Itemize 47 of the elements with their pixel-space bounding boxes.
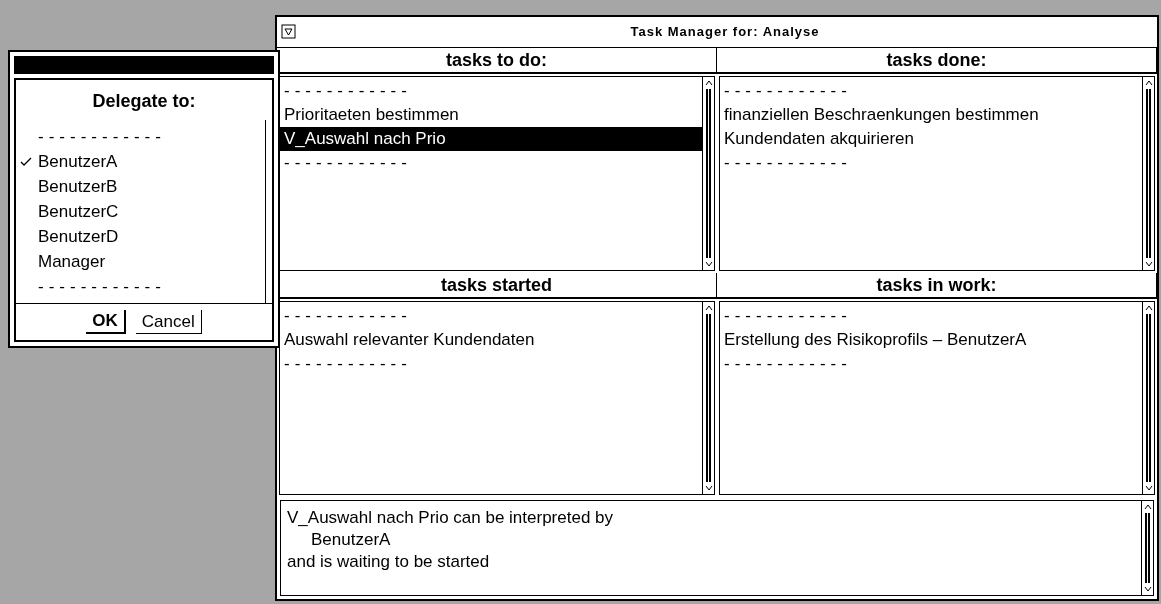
user-option[interactable]: BenutzerB — [16, 174, 118, 199]
separator-line: ------------ — [37, 125, 166, 148]
pane-heading: tasks done: — [717, 48, 1157, 74]
scroll-up-icon[interactable] — [704, 79, 713, 87]
scrollbar[interactable] — [1141, 501, 1153, 595]
task-item[interactable]: Kundendaten akquirieren — [720, 127, 1142, 151]
user-option[interactable]: BenutzerD — [16, 224, 119, 249]
dialog-heading: Delegate to: — [91, 90, 197, 113]
pane-heading: tasks in work: — [717, 272, 1157, 299]
task-item[interactable]: V_Auswahl nach Prio — [280, 127, 702, 151]
scroll-down-icon[interactable] — [704, 259, 713, 268]
window-menu-icon[interactable] — [281, 24, 297, 40]
user-option[interactable]: Manager — [16, 249, 106, 274]
task-item[interactable]: finanziellen Beschraenkungen bestimmen — [720, 103, 1142, 127]
separator-line: ------------ — [283, 352, 413, 375]
scroll-up-icon[interactable] — [1143, 503, 1152, 511]
separator-line: ------------ — [723, 352, 853, 375]
separator-line: ------------ — [283, 304, 413, 327]
separator-line: ------------ — [723, 304, 853, 327]
scroll-down-icon[interactable] — [1144, 259, 1153, 268]
window-title: Task Manager for: Analyse — [629, 23, 821, 42]
message-text: and is waiting to be started — [287, 551, 490, 573]
task-item[interactable]: Erstellung des Risikoprofils – BenutzerA — [720, 327, 1142, 352]
scroll-down-icon[interactable] — [1144, 484, 1153, 492]
dialog-button[interactable]: OK — [86, 310, 126, 334]
scrollbar[interactable] — [1142, 77, 1154, 270]
message-text: V_Auswahl nach Prio can be interpreted by — [287, 507, 614, 529]
dialog-button[interactable]: Cancel — [135, 310, 202, 334]
scrollbar[interactable] — [702, 301, 714, 494]
user-option[interactable]: BenutzerC — [16, 199, 119, 224]
separator-line: ------------ — [37, 275, 166, 298]
scroll-down-icon[interactable] — [704, 484, 713, 492]
scroll-up-icon[interactable] — [704, 303, 713, 312]
scroll-down-icon[interactable] — [1143, 585, 1152, 593]
user-option[interactable]: BenutzerA — [16, 149, 118, 174]
scrollbar[interactable] — [702, 77, 714, 270]
separator-line: ------------ — [283, 152, 413, 174]
scroll-up-icon[interactable] — [1144, 303, 1153, 312]
separator-line: ------------ — [723, 152, 853, 174]
checkmark-icon — [20, 156, 32, 167]
message-text: BenutzerA — [310, 529, 391, 551]
separator-line: ------------ — [283, 80, 413, 102]
task-item[interactable]: Auswahl relevanter Kundendaten — [280, 327, 702, 352]
scroll-up-icon[interactable] — [1144, 79, 1153, 87]
separator-line: ------------ — [723, 80, 853, 102]
task-item[interactable]: Prioritaeten bestimmen — [280, 103, 702, 127]
scrollbar[interactable] — [1142, 301, 1154, 494]
